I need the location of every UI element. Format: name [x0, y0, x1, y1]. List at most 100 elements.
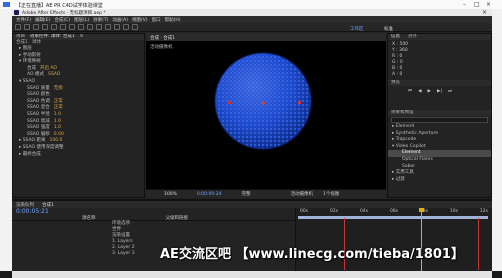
- menubar: 文件(F) 编辑(E) 合成(C) 图层(L) 效果(T) 动画(A) 视图(V) 窗口 帮助(…: [12, 16, 492, 23]
- time-ruler-area[interactable]: 00s02s04s06s08s10s12s: [295, 208, 492, 273]
- menu-item-2[interactable]: 合成(C): [54, 17, 70, 23]
- property-row[interactable]: SSAO 混合 正常: [13, 105, 144, 112]
- property-value[interactable]: SSAO: [48, 72, 60, 77]
- tab-effects-presets[interactable]: 效果和预设: [388, 110, 491, 116]
- playhead-handle[interactable]: [419, 208, 424, 212]
- first-frame-icon[interactable]: ⏮: [408, 88, 412, 94]
- property-row[interactable]: ▸ 最终合成: [13, 152, 144, 159]
- tab-info[interactable]: 信息: [391, 34, 400, 40]
- brush-tool-icon[interactable]: [105, 24, 111, 30]
- menu-item-6[interactable]: 视图(V): [132, 17, 148, 23]
- property-label: ▾ 环境映射: [19, 59, 41, 65]
- property-label: SSAO 衰减: [27, 118, 50, 124]
- menu-item-3[interactable]: 图层(L): [74, 17, 89, 23]
- property-row[interactable]: ▸ SSAO 使用深度调整: [13, 145, 144, 152]
- property-row[interactable]: ▾ SSAO: [13, 79, 144, 86]
- resolution-dropdown[interactable]: 完整: [241, 191, 250, 197]
- effect-item[interactable]: ▸ 实用工具: [388, 170, 491, 177]
- home-tool-icon[interactable]: [15, 24, 21, 30]
- property-value[interactable]: 1.0: [54, 112, 61, 117]
- playhead[interactable]: [421, 211, 422, 271]
- close-icon[interactable]: ×: [486, 1, 491, 8]
- recorder-titlebar: 【正在直播】AE PR C4D试学体验课堂 – □ ×: [0, 0, 502, 9]
- camera-tool-icon[interactable]: [60, 24, 66, 30]
- tab-comp1[interactable]: 合成1: [42, 202, 54, 208]
- property-label: SSAO 半径: [27, 111, 50, 117]
- property-row[interactable]: ▸ 图层: [13, 46, 144, 53]
- last-frame-icon[interactable]: ⏭: [448, 88, 452, 94]
- property-row[interactable]: SSAO 颜色: [13, 92, 144, 99]
- minimize-icon[interactable]: –: [463, 1, 466, 8]
- text-tool-icon[interactable]: [96, 24, 102, 30]
- workspace-label[interactable]: 工作区: [350, 26, 364, 32]
- property-row[interactable]: SSAO 强度 1.0: [13, 125, 144, 132]
- property-value[interactable]: 1.0: [54, 125, 61, 130]
- panel-menu-icon[interactable]: ≡: [80, 34, 84, 40]
- property-label: ▸ 最终合成: [19, 151, 41, 157]
- zoom-dropdown[interactable]: 100%: [164, 192, 177, 197]
- tab-render-queue[interactable]: 渲染队列: [16, 202, 34, 208]
- ruler-tick: 02s: [329, 209, 339, 214]
- mask-tool-icon[interactable]: [78, 24, 84, 30]
- eraser-tool-icon[interactable]: [123, 24, 129, 30]
- property-row[interactable]: ▾ 环境映射: [13, 59, 144, 66]
- rotate-tool-icon[interactable]: [51, 24, 57, 30]
- time-ruler: 00s02s04s06s08s10s12s: [296, 208, 492, 215]
- property-label: SSAO 混合: [27, 105, 50, 111]
- effect-controls-panel: 项目 效果控件: 球体: 合成1 ≡ 合成1 · 球体 ▸ 图层 ▸ 手动影射 ▾ …: [12, 33, 145, 198]
- property-label: 合成: [27, 65, 36, 71]
- property-value[interactable]: 开启 AO: [40, 66, 57, 71]
- info-readout: X : 500 Y : 360 R : 0G : 0B : 0A : 0: [388, 40, 491, 80]
- work-area-bar[interactable]: [298, 216, 488, 219]
- effect-item[interactable]: ▸ 过渡: [388, 177, 491, 184]
- puppet-tool-icon[interactable]: [132, 24, 138, 30]
- select-tool-icon[interactable]: [24, 24, 30, 30]
- tab-composition[interactable]: 合成 · 合成1: [150, 35, 175, 41]
- effect-item[interactable]: Optical Flares: [388, 157, 491, 164]
- comp-tabbar: 合成 · 合成1: [146, 33, 386, 41]
- ae-titlebar: Adobe After Effects - 无标题项目.aep * ×: [12, 9, 492, 16]
- effect-item[interactable]: ▸ Trapcode: [388, 137, 491, 144]
- pen-tool-icon[interactable]: [87, 24, 93, 30]
- views-dropdown[interactable]: 1个视图: [323, 191, 339, 197]
- menu-item-8[interactable]: 帮助(H): [165, 17, 181, 23]
- tab-align[interactable]: 对齐: [408, 34, 417, 40]
- menu-item-5[interactable]: 动画(A): [112, 17, 128, 23]
- ae-close-icon[interactable]: ×: [482, 9, 487, 16]
- property-value[interactable]: 正常: [54, 105, 63, 110]
- prev-frame-icon[interactable]: ◀: [418, 89, 421, 94]
- property-row[interactable]: ▸ SSAO 距离 100.0: [13, 138, 144, 145]
- viewer-timecode[interactable]: 0:00:00:24: [197, 192, 222, 197]
- property-value[interactable]: 无损: [54, 86, 63, 91]
- right-margin: [492, 9, 502, 271]
- property-row[interactable]: AO 模式 SSAO: [13, 72, 144, 79]
- zoom-tool-icon[interactable]: [42, 24, 48, 30]
- composition-viewer[interactable]: 活动摄像机: [146, 41, 386, 189]
- property-value[interactable]: 1.0: [54, 119, 61, 124]
- property-value[interactable]: 正常: [54, 99, 63, 104]
- property-row[interactable]: SSAO 半径 1.0: [13, 112, 144, 119]
- effects-search-input[interactable]: [391, 117, 488, 123]
- ruler-tick: 12s: [479, 209, 488, 214]
- maximize-icon[interactable]: □: [474, 1, 480, 8]
- menu-item-7[interactable]: 窗口: [152, 17, 161, 23]
- play-icon[interactable]: ▶: [428, 89, 431, 94]
- next-frame-icon[interactable]: ▶|: [437, 89, 442, 94]
- pan-tool-icon[interactable]: [69, 24, 75, 30]
- anchor-point-right: [298, 101, 301, 104]
- hand-tool-icon[interactable]: [33, 24, 39, 30]
- camera-label: 活动摄像机: [150, 45, 173, 50]
- property-value[interactable]: 0.00: [54, 132, 64, 137]
- property-label: SSAO 偏移: [27, 131, 50, 137]
- menu-item-4[interactable]: 效果(T): [93, 17, 108, 23]
- effect-item[interactable]: ▸ Element: [388, 124, 491, 131]
- menu-item-0[interactable]: 文件(F): [16, 17, 31, 23]
- view-camera-dropdown[interactable]: 活动摄像机: [290, 191, 313, 197]
- stamp-tool-icon[interactable]: [114, 24, 120, 30]
- property-label: ▸ 图层: [19, 46, 32, 51]
- menu-item-1[interactable]: 编辑(E): [35, 17, 50, 23]
- timeline-timecode[interactable]: 0:00:05:21: [16, 208, 49, 215]
- property-value[interactable]: 100.0: [49, 138, 62, 143]
- effect-item[interactable]: Element: [388, 150, 491, 157]
- workspace-mode[interactable]: 标准: [384, 26, 393, 32]
